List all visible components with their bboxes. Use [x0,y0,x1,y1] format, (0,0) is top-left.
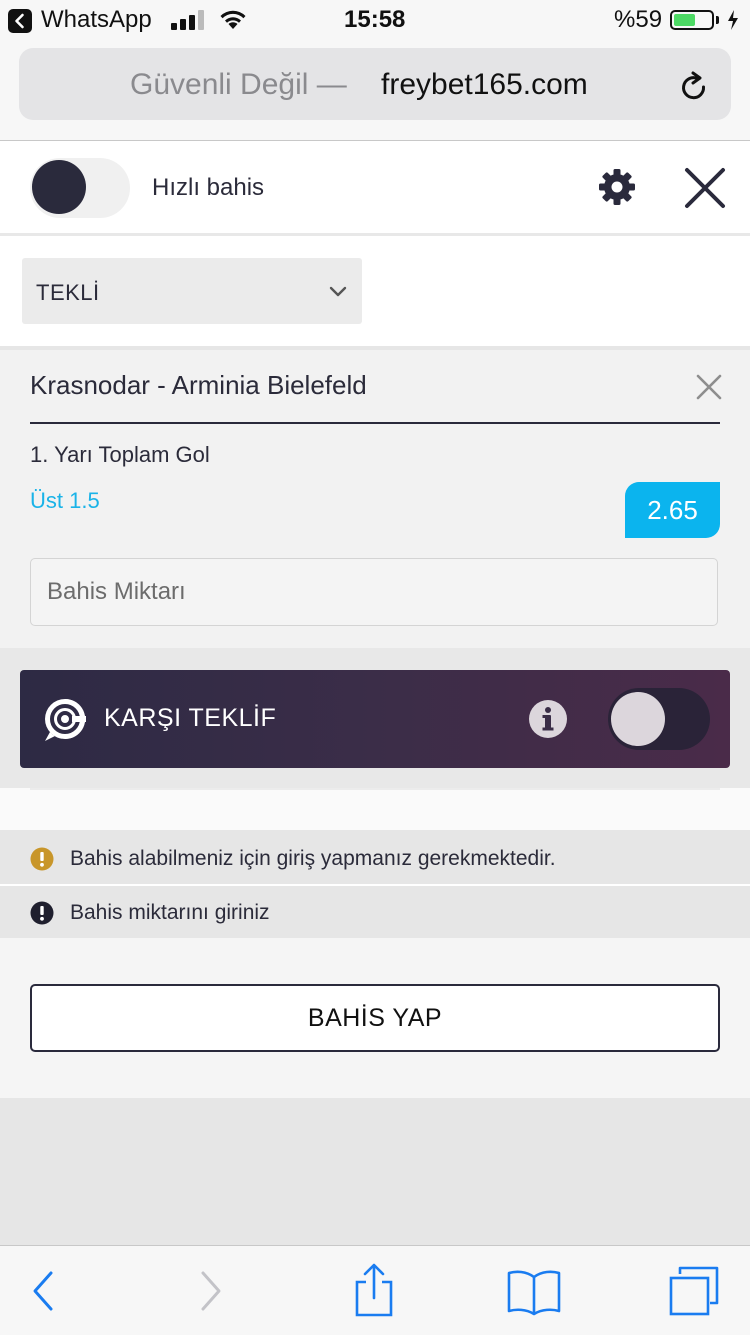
bookmarks-icon[interactable] [506,1268,562,1316]
browser-address-area: Güvenli Değil — freybet165.com [0,40,750,141]
error-text: Bahis miktarını giriniz [70,901,270,924]
warning-message: Bahis alabilmeniz için giriş yapmanız ge… [0,832,750,884]
odds-badge: 2.65 [625,482,720,538]
error-icon [30,901,54,925]
bet-type-value: TEKLİ [36,280,100,305]
share-icon[interactable] [352,1262,396,1318]
counter-offer-toggle-knob [611,692,665,746]
close-icon[interactable] [684,167,726,209]
info-icon[interactable] [528,699,568,739]
warning-icon [30,847,54,871]
betslip-header: Hızlı bahis [0,141,750,236]
battery-tip [716,16,719,24]
bet-card: Krasnodar - Arminia Bielefeld 1. Yarı To… [0,350,750,648]
bet-type-section: TEKLİ [0,236,750,346]
stake-field[interactable] [30,558,718,626]
reload-icon[interactable] [678,70,710,104]
security-warning: Güvenli Değil — [130,68,347,101]
counter-offer-label: KARŞI TEKLİF [104,704,277,732]
address-bar[interactable]: Güvenli Değil — freybet165.com [19,48,731,120]
tabs-icon[interactable] [668,1266,720,1316]
counter-offer-section: KARŞI TEKLİF [0,648,750,788]
back-icon[interactable] [30,1268,56,1314]
remove-bet-icon[interactable] [696,374,722,400]
error-message: Bahis miktarını giriniz [0,886,750,938]
place-bet-section: BAHİS YAP [0,938,750,1098]
quick-bet-toggle[interactable] [30,158,130,218]
forward-icon[interactable] [198,1268,224,1314]
charging-bolt-icon [728,10,738,30]
divider [30,422,720,424]
bet-type-select[interactable]: TEKLİ [22,258,362,324]
warning-text: Bahis alabilmeniz için giriş yapmanız ge… [70,847,556,870]
cellular-signal-icon [171,10,207,30]
chevron-down-icon [329,286,347,297]
status-bar: WhatsApp 15:58 %59 [0,0,750,40]
quick-bet-toggle-knob [32,160,86,214]
battery-icon [670,10,714,30]
quick-bet-label: Hızlı bahis [152,174,265,201]
match-title: Krasnodar - Arminia Bielefeld [30,370,367,400]
counter-offer-logo-icon [45,698,86,741]
spacer [0,788,750,830]
browser-toolbar [0,1245,750,1335]
back-to-app-icon[interactable] [8,9,32,33]
stake-input[interactable] [31,559,717,625]
counter-offer-toggle[interactable] [608,688,710,750]
place-bet-button[interactable]: BAHİS YAP [30,984,720,1052]
back-app-label[interactable]: WhatsApp [41,6,152,34]
battery-percent: %59 [614,6,663,33]
url-domain: freybet165.com [381,68,588,101]
spacer-line [30,788,720,790]
clock: 15:58 [344,6,406,33]
wifi-icon [220,10,246,29]
gear-icon[interactable] [598,168,636,206]
counter-offer-bar: KARŞI TEKLİF [20,670,730,768]
selection-name: Üst 1.5 [30,488,100,513]
market-name: 1. Yarı Toplam Gol [30,442,210,467]
